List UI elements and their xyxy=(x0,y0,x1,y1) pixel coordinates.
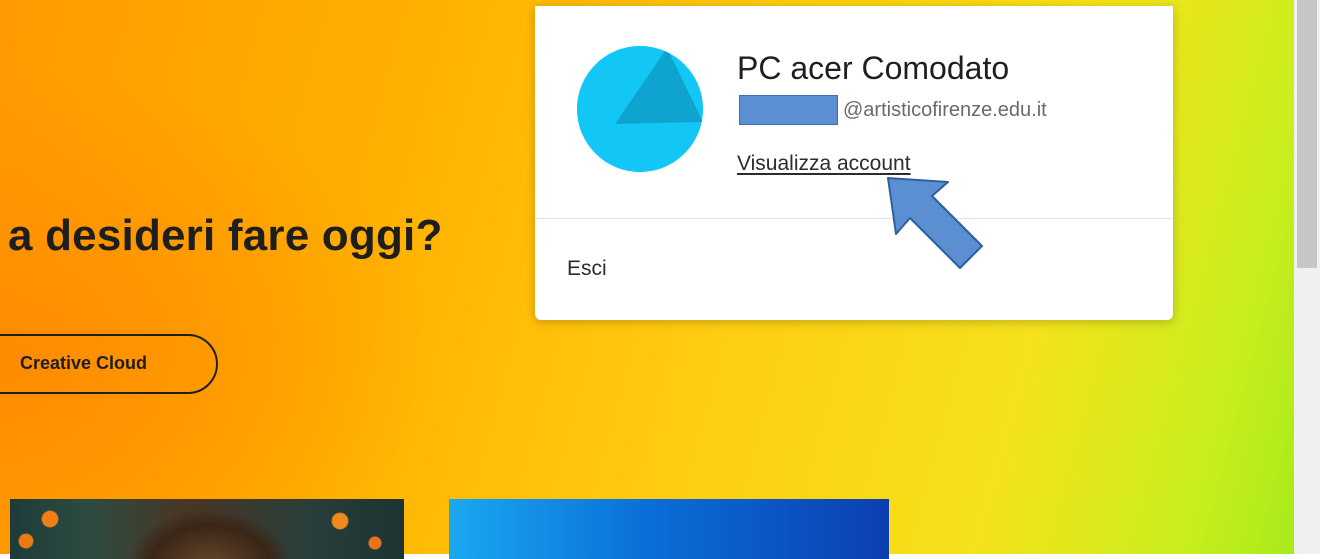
creative-cloud-button[interactable]: Creative Cloud xyxy=(0,334,218,394)
featured-photo-card[interactable] xyxy=(10,499,404,559)
arrow-up-left-icon xyxy=(887,177,983,269)
creative-cloud-button-label: Creative Cloud xyxy=(20,353,148,373)
account-menu: PC acer Comodato @artisticofirenze.edu.i… xyxy=(535,6,1173,320)
avatar-icon xyxy=(577,46,703,172)
account-email: @artisticofirenze.edu.it xyxy=(737,95,1157,125)
featured-blue-card[interactable] xyxy=(449,499,889,559)
hero-heading: a desideri fare oggi? xyxy=(8,211,443,260)
email-domain: @artisticofirenze.edu.it xyxy=(843,99,1047,121)
sign-out-menu-item[interactable]: Esci xyxy=(567,257,607,281)
scrollbar-thumb[interactable] xyxy=(1297,0,1317,268)
menu-divider xyxy=(535,218,1173,219)
email-redaction-box xyxy=(739,95,838,125)
account-display-name: PC acer Comodato xyxy=(737,50,1010,86)
